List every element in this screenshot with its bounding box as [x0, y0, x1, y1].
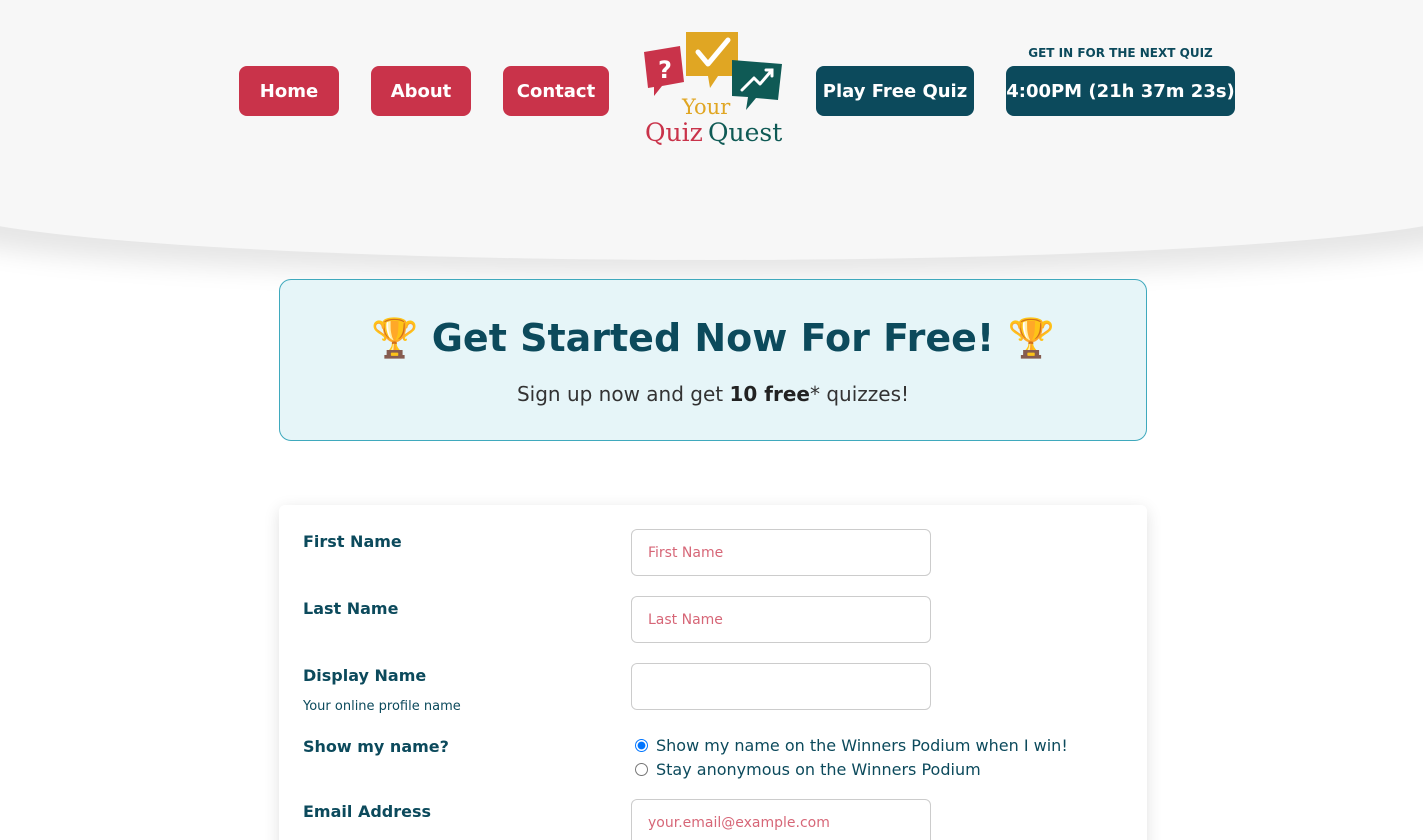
email-input[interactable] — [631, 799, 931, 840]
display-name-hint: Your online profile name — [303, 699, 461, 714]
logo-text-your: Your — [682, 95, 731, 119]
about-button[interactable]: About — [371, 66, 471, 116]
next-quiz-label: GET IN FOR THE NEXT QUIZ — [1028, 46, 1213, 60]
banner-title: 🏆 Get Started Now For Free! 🏆 — [280, 316, 1146, 361]
banner-sub-bold: 10 free — [729, 382, 811, 406]
trophy-icon: 🏆 — [371, 316, 419, 360]
banner-sub-after: * quizzes! — [810, 382, 910, 406]
last-name-label: Last Name — [303, 599, 399, 618]
svg-text:?: ? — [658, 56, 672, 84]
display-name-input[interactable] — [631, 663, 931, 710]
home-button[interactable]: Home — [239, 66, 339, 116]
your-quiz-quest-logo[interactable]: ? Your Quiz Quest — [640, 30, 786, 154]
first-name-label: First Name — [303, 532, 402, 551]
email-label: Email Address — [303, 802, 432, 821]
show-name-option[interactable]: Show my name on the Winners Podium when … — [635, 736, 1068, 755]
next-quiz-timer-button[interactable]: 4:00PM (21h 37m 23s) — [1006, 66, 1235, 116]
show-name-label: Show my name? — [303, 737, 449, 756]
logo-text-quiz: Quiz — [645, 118, 703, 147]
show-name-option-label: Show my name on the Winners Podium when … — [656, 736, 1068, 755]
stay-anonymous-option-label: Stay anonymous on the Winners Podium — [656, 760, 981, 779]
play-free-quiz-button[interactable]: Play Free Quiz — [816, 66, 974, 116]
banner-title-text: Get Started Now For Free! — [431, 316, 995, 360]
banner-sub-before: Sign up now and get — [516, 382, 730, 406]
signup-form: First Name Last Name Display Name Your o… — [279, 505, 1147, 840]
display-name-label: Display Name — [303, 666, 427, 685]
trophy-icon: 🏆 — [1007, 316, 1055, 360]
stay-anonymous-option[interactable]: Stay anonymous on the Winners Podium — [635, 760, 981, 779]
header-curve — [0, 150, 1423, 260]
first-name-input[interactable] — [631, 529, 931, 576]
banner-subtitle: Sign up now and get 10 free* quizzes! — [280, 382, 1146, 406]
last-name-input[interactable] — [631, 596, 931, 643]
show-name-radio[interactable] — [635, 739, 648, 752]
signup-banner: 🏆 Get Started Now For Free! 🏆 Sign up no… — [279, 279, 1147, 441]
stay-anonymous-radio[interactable] — [635, 763, 648, 776]
contact-button[interactable]: Contact — [503, 66, 609, 116]
logo-text-quest: Quest — [708, 118, 783, 147]
